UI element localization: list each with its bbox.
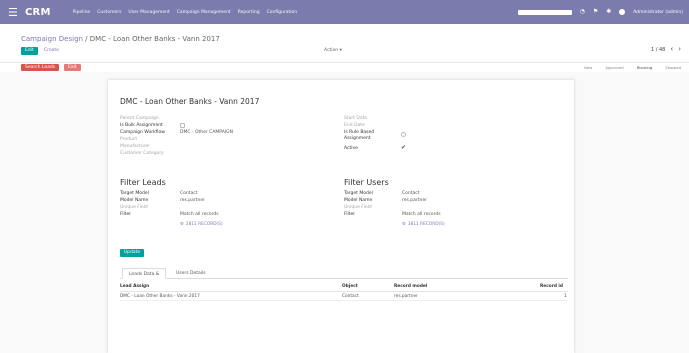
customer-category-label: Customer Category: [120, 151, 164, 156]
leads-target-model-label: Target Model: [120, 191, 149, 196]
create-button[interactable]: Create: [40, 47, 63, 55]
table-header: Lead Assign Object Record model Record i…: [120, 284, 568, 292]
menu-reporting[interactable]: Reporting: [238, 10, 260, 15]
pager: 1 / 48 ‹ ›: [651, 46, 681, 53]
rule-based-label: Is Rule Based: [344, 130, 375, 135]
pager-next-icon[interactable]: ›: [678, 46, 681, 53]
search-leads-button[interactable]: Search Leads: [21, 64, 60, 71]
users-target-model-label: Target Model: [344, 191, 373, 196]
users-filter-value[interactable]: Match all records: [402, 212, 441, 217]
user-name[interactable]: Administrator (admin): [633, 10, 683, 15]
breadcrumb: Campaign Design / DMC - Loan Other Banks…: [21, 35, 220, 43]
cell-model: res.partner: [394, 294, 418, 299]
bulk-assignment-label: Is Bulk Assignment: [120, 123, 163, 128]
chat-icon[interactable]: ◔: [580, 9, 585, 15]
leads-target-model-value[interactable]: Contact: [180, 191, 198, 196]
breadcrumb-parent[interactable]: Campaign Design: [21, 35, 83, 43]
leads-filter-value[interactable]: Match all records: [180, 212, 219, 217]
stage-stopped[interactable]: Stopped: [665, 65, 681, 70]
user-avatar[interactable]: [619, 9, 626, 15]
menu-configuration[interactable]: Configuration: [267, 10, 298, 15]
table-row[interactable]: DMC - Loan Other Banks - Vann 2017 Conta…: [120, 293, 568, 301]
menu-user-management[interactable]: User Management: [128, 10, 169, 15]
company-switcher[interactable]: [517, 9, 572, 15]
menu-campaign-management[interactable]: Campaign Management: [177, 10, 231, 15]
app-name[interactable]: CRM: [25, 7, 51, 18]
users-model-name-value: res.partner: [402, 198, 427, 203]
breadcrumb-separator: /: [82, 35, 90, 43]
leads-unique-field-label: Unique Field: [120, 205, 148, 210]
campaign-workflow-value[interactable]: DMC - Other CAMPAIGN: [180, 130, 233, 135]
form-sheet: [108, 80, 574, 353]
stage-approved[interactable]: Approved: [605, 65, 623, 70]
tab-users-details[interactable]: Users Details: [170, 268, 212, 279]
bulk-assignment-checkbox[interactable]: [180, 123, 185, 128]
cell-lead: DMC - Loan Other Banks - Vann 2017: [120, 294, 200, 299]
column-lead-assign[interactable]: Lead Assign: [120, 284, 149, 289]
users-filter-label: Filter: [344, 212, 356, 217]
users-records-count: 3811 RECORD(S): [407, 222, 445, 227]
active-label: Active: [344, 146, 358, 151]
tab-leads-data[interactable]: Leads Data &: [122, 268, 167, 279]
cell-id: 1: [564, 294, 567, 299]
filter-leads-title: Filter Leads: [120, 178, 166, 187]
pager-value[interactable]: 1 / 48: [651, 47, 665, 53]
column-record-id[interactable]: Record id: [540, 284, 563, 289]
menu-pipeline[interactable]: Pipeline: [73, 10, 91, 15]
pager-prev-icon[interactable]: ‹: [670, 46, 673, 53]
apps-menu-icon[interactable]: ☰: [8, 7, 20, 18]
start-date-label: Start Date: [344, 116, 368, 121]
parent-campaign-label: Parent Campaign: [120, 116, 159, 121]
activity-icon[interactable]: ⚑: [593, 9, 598, 15]
rule-based-radio[interactable]: [401, 132, 406, 137]
users-target-model-value[interactable]: Contact: [402, 191, 420, 196]
product-label: Product: [120, 137, 138, 142]
stage-pipeline: New Approved Running Stopped: [584, 65, 681, 70]
filter-users-title: Filter Users: [344, 178, 389, 187]
stage-new[interactable]: New: [584, 65, 592, 70]
column-object[interactable]: Object: [342, 284, 358, 289]
leads-records-link[interactable]: ⚙ 2811 RECORD(S): [180, 222, 223, 227]
gear-icon: ⚙: [180, 222, 184, 227]
leads-model-name-value: res.partner: [180, 198, 205, 203]
notebook-tabs: Leads Data & Users Details: [120, 268, 568, 279]
active-check-icon[interactable]: ✔: [401, 145, 406, 151]
menu-customers[interactable]: Customers: [97, 10, 121, 15]
statusbar: Search Leads Exit New Approved Running S…: [0, 62, 689, 72]
leads-filter-label: Filter: [120, 212, 132, 217]
leads-records-count: 2811 RECORD(S): [185, 222, 223, 227]
campaign-workflow-label: Campaign Workflow: [120, 130, 165, 135]
users-model-name-label: Model Name: [344, 198, 373, 203]
users-unique-field-label: Unique Field: [344, 205, 372, 210]
settings-icon[interactable]: ✱: [606, 9, 611, 15]
update-button[interactable]: Update: [120, 249, 144, 257]
column-record-model[interactable]: Record model: [394, 284, 427, 289]
record-title: DMC - Loan Other Banks - Vann 2017: [120, 97, 260, 106]
exit-button[interactable]: Exit: [64, 64, 81, 71]
end-date-label: End Date: [344, 123, 365, 128]
cell-object: Contact: [342, 294, 359, 299]
stage-running[interactable]: Running: [637, 65, 653, 70]
gear-icon: ⚙: [402, 222, 406, 227]
manufacturer-label: Manufacturer: [120, 144, 151, 149]
action-menu[interactable]: Action ▾: [324, 48, 342, 53]
edit-button[interactable]: Edit: [21, 47, 38, 55]
users-records-link[interactable]: ⚙ 3811 RECORD(S): [402, 222, 445, 227]
breadcrumb-current: DMC - Loan Other Banks - Vann 2017: [89, 35, 220, 43]
leads-model-name-label: Model Name: [120, 198, 149, 203]
navbar-right: ◔ ⚑ ✱ Administrator (admin): [517, 0, 683, 24]
rule-based-label-2: Assignment: [344, 136, 371, 141]
top-navbar: ☰ CRM Pipeline Customers User Management…: [0, 0, 689, 24]
